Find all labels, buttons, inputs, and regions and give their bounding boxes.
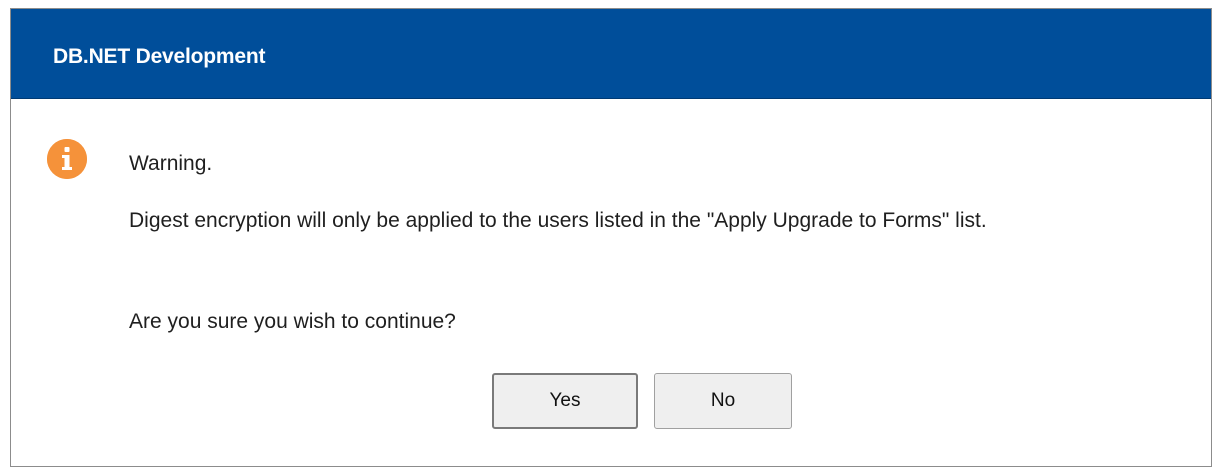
warning-info-icon <box>47 139 87 179</box>
dialog-titlebar: DB.NET Development <box>11 9 1211 99</box>
yes-button[interactable]: Yes <box>492 373 638 429</box>
warning-message: Digest encryption will only be applied t… <box>129 209 987 232</box>
warning-label: Warning. <box>129 152 213 175</box>
no-button[interactable]: No <box>654 373 792 429</box>
dialog-title: DB.NET Development <box>53 45 266 68</box>
confirm-question: Are you sure you wish to continue? <box>129 310 456 333</box>
confirmation-dialog: DB.NET Development Warning. Digest encry… <box>10 8 1212 467</box>
